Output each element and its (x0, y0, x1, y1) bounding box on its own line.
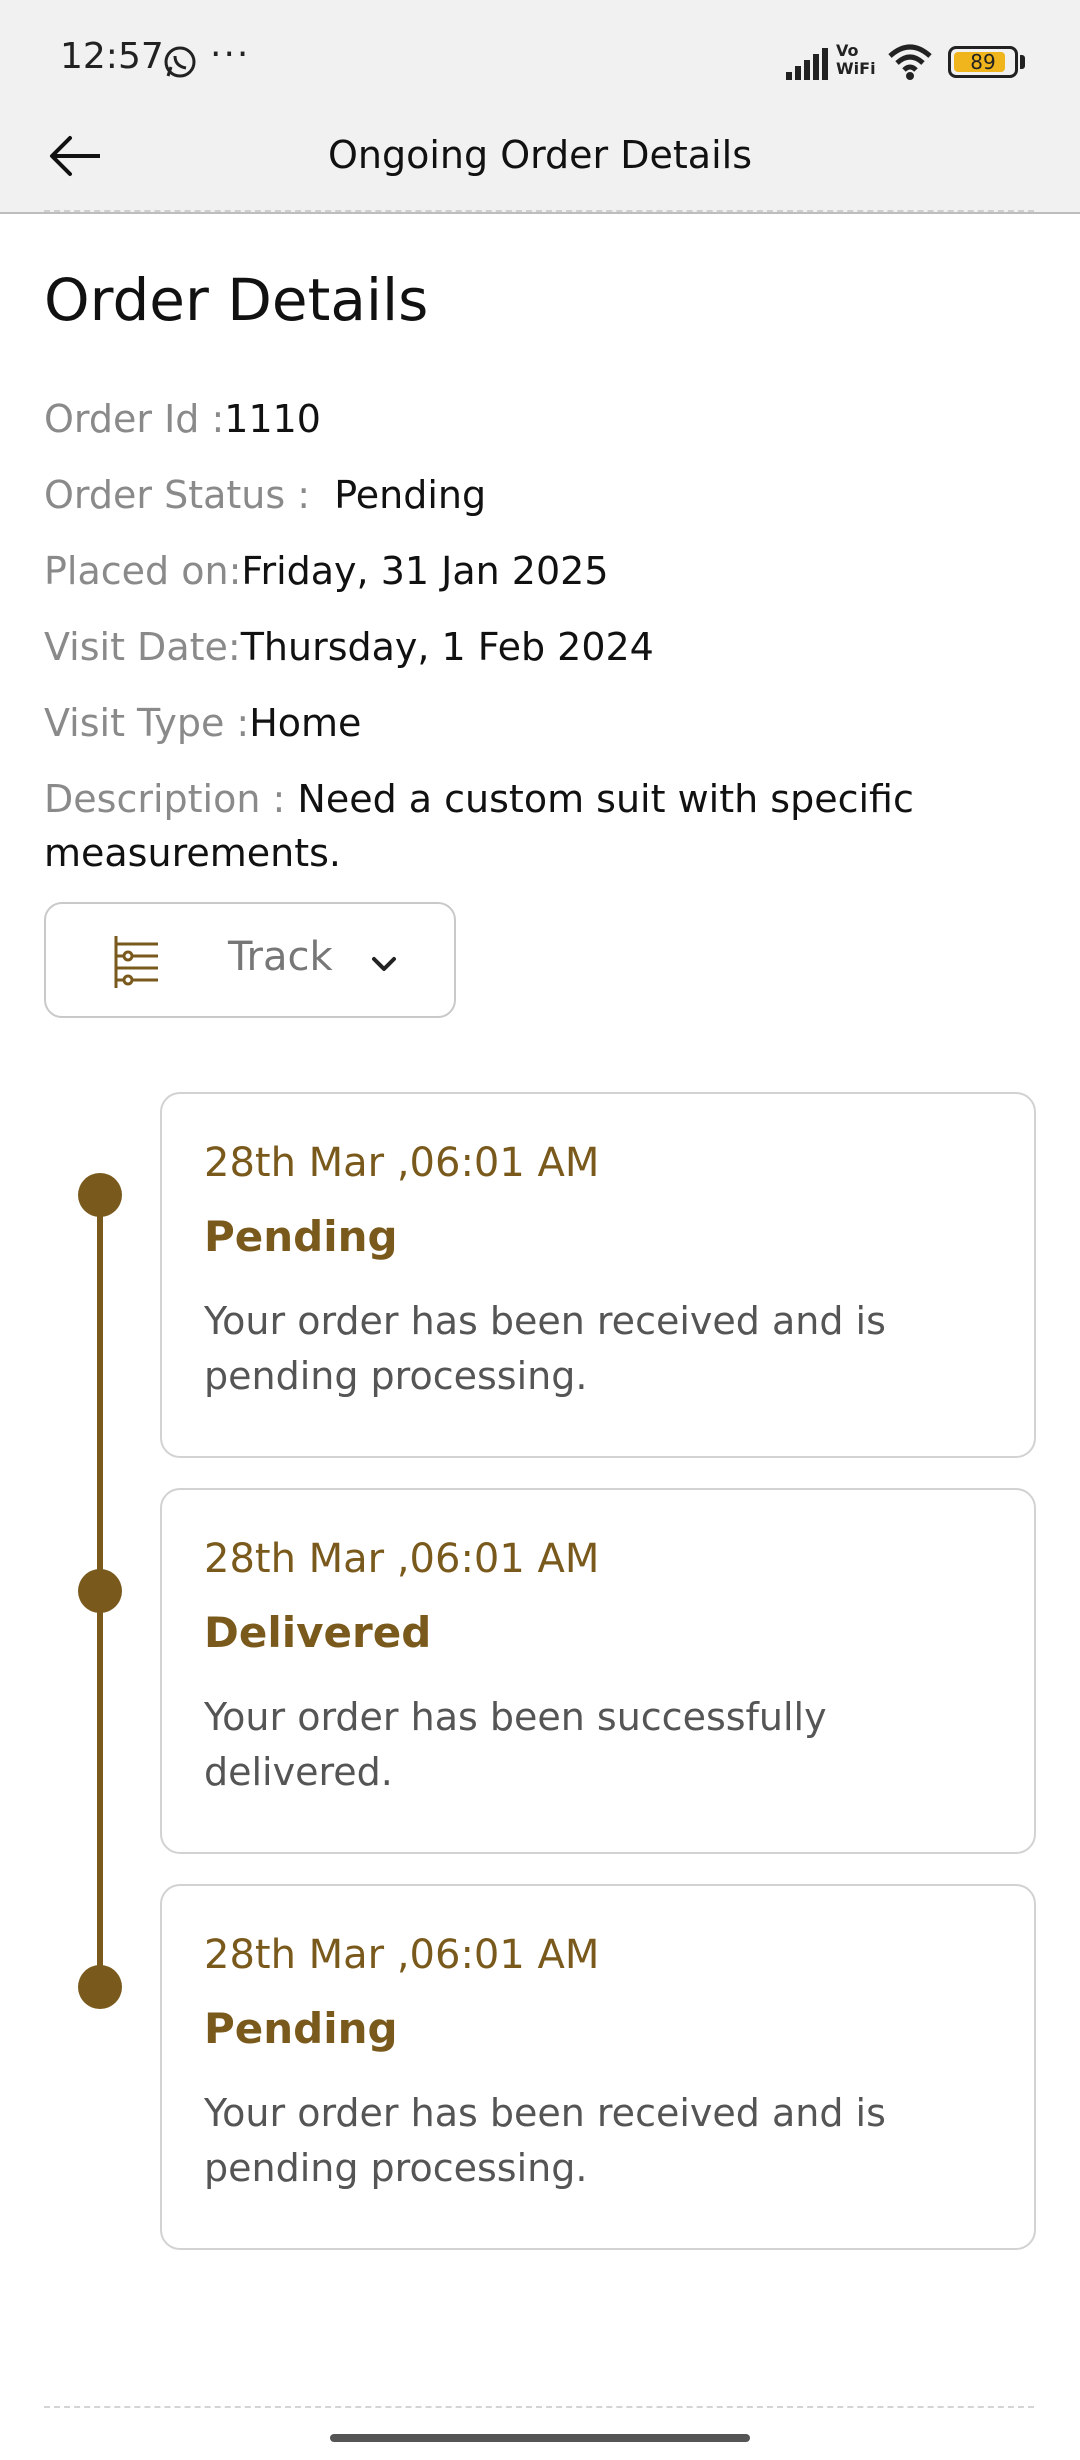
wifi-icon (888, 44, 932, 80)
timeline-description: Your order has been received and is pend… (204, 1299, 886, 1398)
vowifi-label-top: Vo (836, 41, 859, 60)
signal-icon (786, 48, 828, 80)
timeline-dot (78, 1965, 122, 2009)
order-status-row: Order Status : Pending (44, 468, 1044, 522)
section-title: Order Details (44, 266, 429, 334)
timeline-card: 28th Mar ,06:01 AM Pending Your order ha… (160, 1884, 1036, 2250)
vowifi-label-bottom: WiFi (836, 59, 876, 78)
page-title: Ongoing Order Details (327, 133, 752, 177)
visit-date-row: Visit Date:Thursday, 1 Feb 2024 (44, 620, 1044, 674)
visit-date-label: Visit Date: (44, 625, 241, 669)
status-time: 12:57 (60, 36, 164, 77)
status-bar: 12:57 ··· Vo WiFi 89 (0, 0, 1080, 130)
order-id-label: Order Id : (44, 397, 225, 441)
order-id-value: 1110 (224, 397, 321, 441)
timeline-status: Pending (204, 1212, 398, 1261)
description-label: Description : (44, 777, 298, 821)
whatsapp-icon (164, 46, 196, 78)
placed-on-label: Placed on: (44, 549, 242, 593)
timeline-dot (78, 1173, 122, 1217)
vowifi-indicator: Vo WiFi (836, 42, 876, 78)
battery-level: 89 (970, 50, 996, 74)
visit-type-label: Visit Type : (44, 701, 250, 745)
description-row: Description : Need a custom suit with sp… (44, 772, 1044, 880)
visit-type-value: Home (249, 701, 362, 745)
timeline-card: 28th Mar ,06:01 AM Delivered Your order … (160, 1488, 1036, 1854)
app-header: Ongoing Order Details (0, 130, 1080, 214)
visit-date-value: Thursday, 1 Feb 2024 (240, 625, 654, 669)
timeline-status: Delivered (204, 1608, 432, 1657)
timeline-date: 28th Mar ,06:01 AM (204, 1932, 600, 1978)
order-status-value: Pending (334, 473, 487, 517)
chevron-down-icon (372, 957, 396, 971)
header-divider (44, 210, 1034, 212)
battery-icon: 89 (948, 46, 1018, 78)
visit-type-row: Visit Type :Home (44, 696, 1044, 750)
track-label: Track (228, 934, 333, 980)
timeline-date: 28th Mar ,06:01 AM (204, 1140, 600, 1186)
track-dropdown-button[interactable]: Track (44, 902, 456, 1018)
timeline-dot (78, 1569, 122, 1613)
bottom-divider (44, 2406, 1034, 2408)
timeline-description: Your order has been received and is pend… (204, 2091, 886, 2190)
timeline-description: Your order has been successfully deliver… (204, 1695, 827, 1794)
home-indicator[interactable] (330, 2434, 750, 2442)
placed-on-value: Friday, 31 Jan 2025 (241, 549, 609, 593)
placed-on-row: Placed on:Friday, 31 Jan 2025 (44, 544, 1044, 598)
timeline-icon (114, 936, 158, 988)
timeline-date: 28th Mar ,06:01 AM (204, 1536, 600, 1582)
battery-nub (1020, 55, 1025, 69)
timeline-status: Pending (204, 2004, 398, 2053)
order-id-row: Order Id :1110 (44, 392, 1044, 446)
more-notifications-icon: ··· (210, 34, 251, 75)
timeline-card: 28th Mar ,06:01 AM Pending Your order ha… (160, 1092, 1036, 1458)
back-arrow-icon[interactable] (46, 130, 106, 200)
order-status-label: Order Status : (44, 473, 323, 517)
